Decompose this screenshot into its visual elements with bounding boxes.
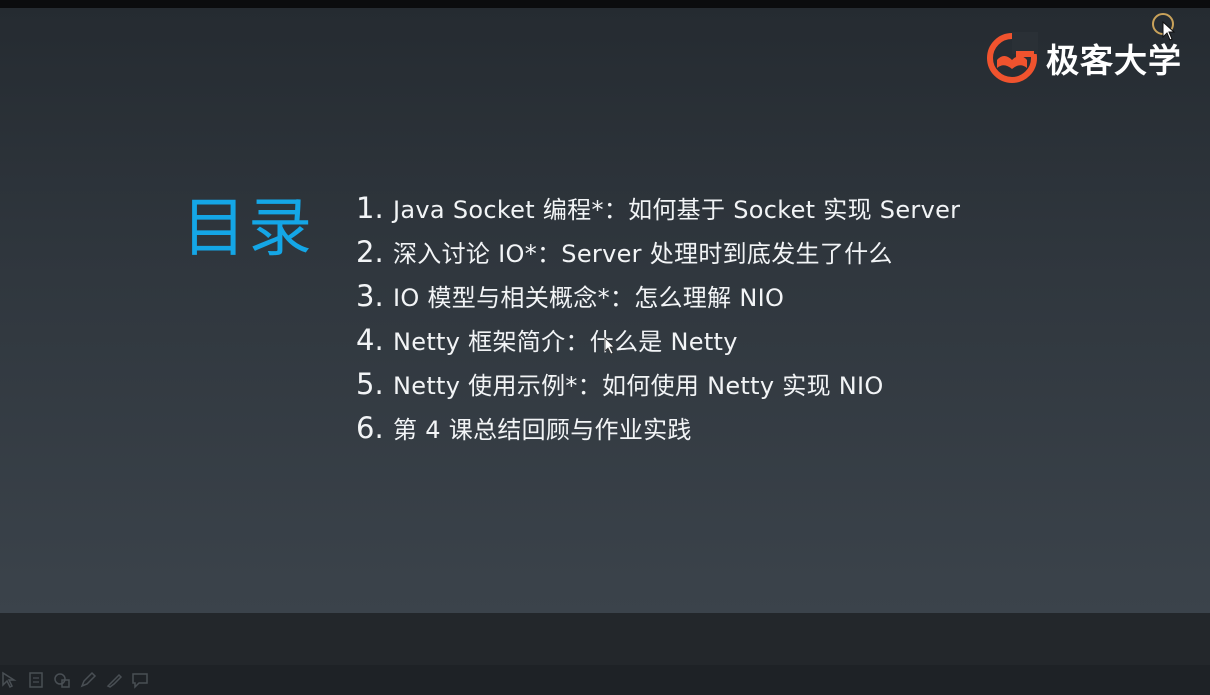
- presenter-toolbar: [0, 665, 1210, 695]
- laser-pointer-icon: [604, 337, 615, 355]
- toc-item-3: 3. IO 模型与相关概念*：怎么理解 NIO: [356, 278, 960, 322]
- highlighter-icon[interactable]: [104, 670, 124, 690]
- toc-item-number: 6.: [356, 411, 384, 445]
- toc-item-text: 深入讨论 IO*：Server 处理时到底发生了什么: [393, 240, 893, 268]
- toc-list: 1. Java Socket 编程*：如何基于 Socket 实现 Server…: [356, 190, 960, 454]
- toc-item-text: 第 4 课总结回顾与作业实践: [393, 416, 692, 444]
- comment-icon[interactable]: [130, 670, 150, 690]
- toc-item-1: 1. Java Socket 编程*：如何基于 Socket 实现 Server: [356, 190, 960, 234]
- toc-item-5: 5. Netty 使用示例*：如何使用 Netty 实现 NIO: [356, 366, 960, 410]
- presentation-screen: 极客大学 目录 1. Java Socket 编程*：如何基于 Socket 实…: [0, 0, 1210, 695]
- toc-item-4: 4. Netty 框架简介：什么是 Netty: [356, 322, 960, 366]
- toc-item-6: 6. 第 4 课总结回顾与作业实践: [356, 410, 960, 454]
- document-icon[interactable]: [26, 670, 46, 690]
- toc-item-number: 1.: [356, 191, 384, 225]
- toc-item-2: 2. 深入讨论 IO*：Server 处理时到底发生了什么: [356, 234, 960, 278]
- toc-item-text: Java Socket 编程*：如何基于 Socket 实现 Server: [393, 196, 961, 224]
- brand-logo: 极客大学: [986, 30, 1182, 86]
- toc-item-number: 3.: [356, 279, 384, 313]
- toc-item-text: Netty 使用示例*：如何使用 Netty 实现 NIO: [393, 372, 884, 400]
- mouse-cursor-icon: [1162, 21, 1176, 41]
- pointer-icon[interactable]: [0, 670, 20, 690]
- pen-icon[interactable]: [78, 670, 98, 690]
- slide-footer-band: [0, 613, 1210, 665]
- top-edge: [0, 0, 1210, 8]
- toc-item-number: 2.: [356, 235, 384, 269]
- toc-item-text: Netty 框架简介：什么是 Netty: [393, 328, 738, 356]
- page-title: 目录: [182, 192, 314, 266]
- brand-name: 极客大学: [1046, 41, 1182, 80]
- toc-item-number: 5.: [356, 367, 384, 401]
- toc-item-number: 4.: [356, 323, 384, 357]
- geektime-logo-icon: [987, 32, 1038, 83]
- toc-item-text: IO 模型与相关概念*：怎么理解 NIO: [393, 284, 785, 312]
- shapes-icon[interactable]: [52, 670, 72, 690]
